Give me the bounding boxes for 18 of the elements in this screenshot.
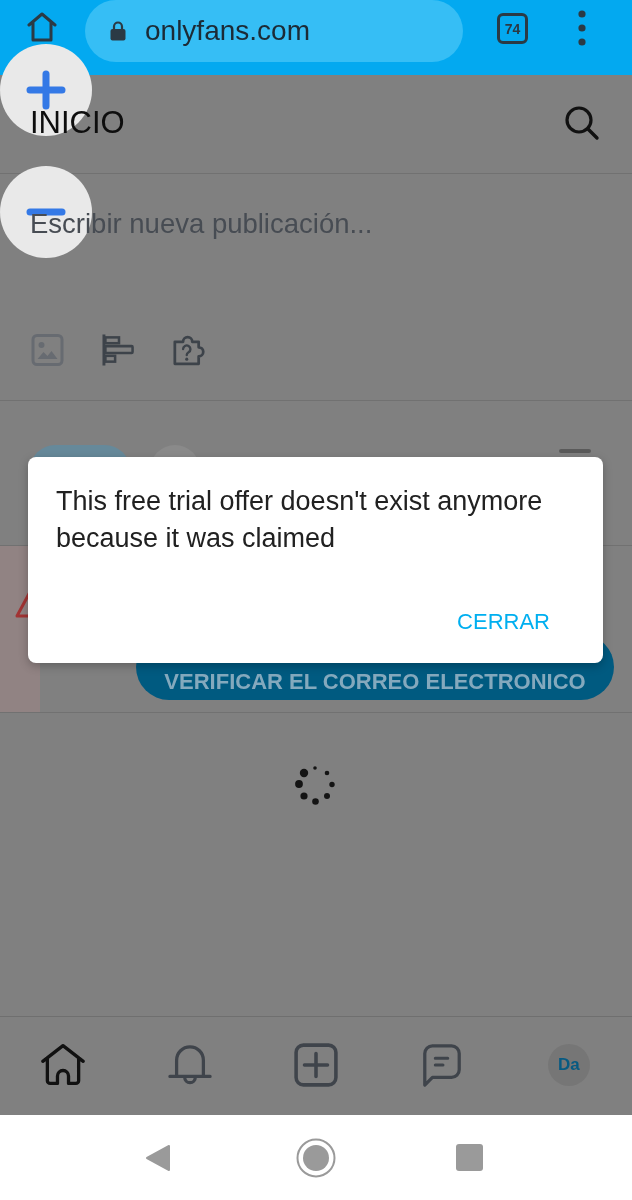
lock-icon <box>110 21 126 41</box>
tab-count-button[interactable]: 74 <box>497 13 528 44</box>
more-menu-icon[interactable] <box>578 10 586 46</box>
puzzle-question-icon[interactable] <box>173 334 206 366</box>
search-icon[interactable] <box>564 105 600 141</box>
home-icon[interactable] <box>27 12 57 42</box>
plus-icon <box>26 70 66 110</box>
dialog-message: This free trial offer doesn't exist anymore because it was claimed <box>56 485 544 555</box>
plus-square-icon[interactable] <box>293 1043 339 1087</box>
profile-avatar[interactable]: Da <box>547 1044 590 1086</box>
address-bar[interactable]: onlyfans.com <box>85 0 463 62</box>
dash-icon <box>559 449 591 453</box>
back-icon[interactable] <box>145 1143 171 1172</box>
home-icon[interactable] <box>40 1043 87 1087</box>
spinner-icon <box>295 765 336 806</box>
home-button-icon[interactable] <box>296 1137 336 1178</box>
bell-icon[interactable] <box>166 1043 213 1087</box>
poll-icon[interactable] <box>102 334 135 366</box>
